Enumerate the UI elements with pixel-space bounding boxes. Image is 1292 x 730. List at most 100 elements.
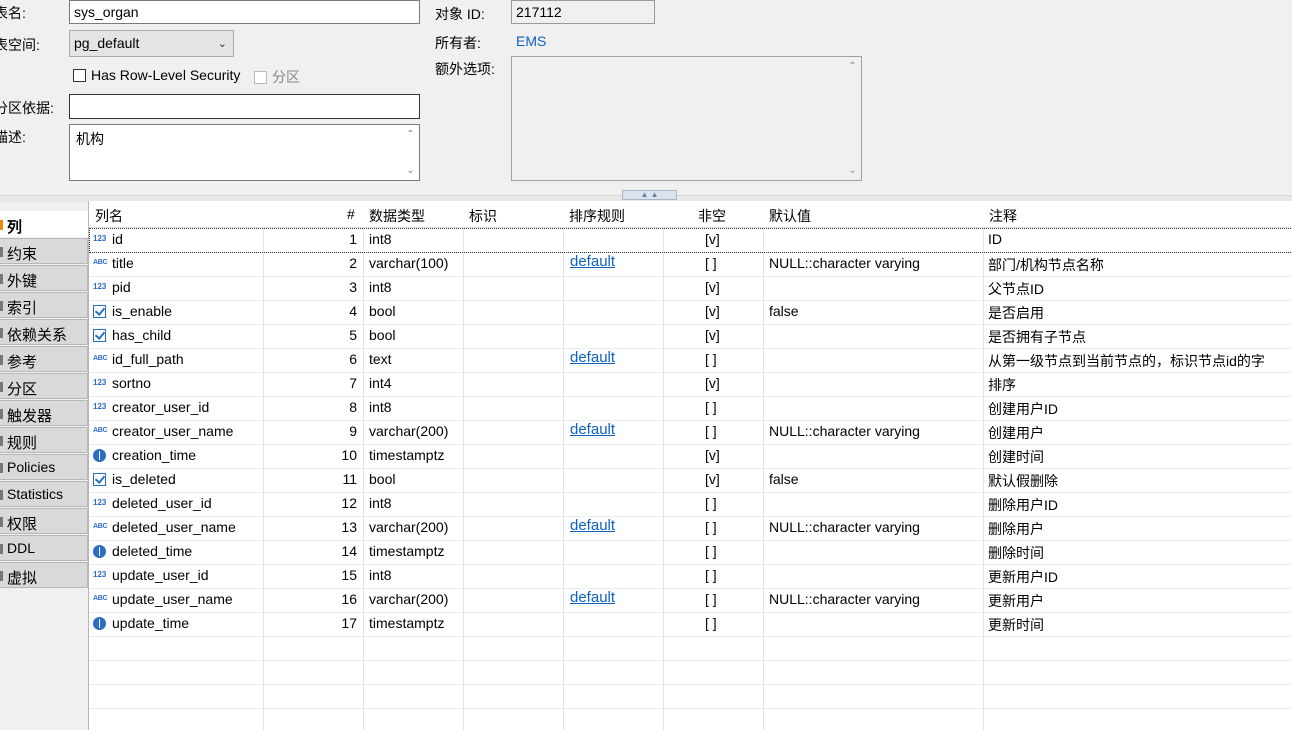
scroll-up-icon[interactable]: ⌃ [844,61,861,72]
rls-checkbox[interactable] [73,69,86,82]
side-tab[interactable]: 触发器 [0,400,88,426]
extra-options-textarea[interactable]: ⌃ ⌄ [511,56,862,181]
side-tab[interactable]: 分区 [0,373,88,399]
header-comment[interactable]: 注释 [989,206,1017,226]
table-row[interactable]: update_time 17 timestamptz [ ] 更新时间 [89,612,1292,637]
cell-comment: 排序 [988,377,1016,393]
cell-not-null: [ ] [705,567,717,583]
collapse-handle[interactable]: ▲ ▲ [622,190,677,200]
tab-marker-icon [0,409,3,419]
cell-comment: 更新时间 [988,617,1044,633]
table-row[interactable]: 123 deleted_user_id 12 int8 [ ] 删除用户ID [89,492,1292,517]
table-row[interactable]: is_enable 4 bool [v] false 是否启用 [89,300,1292,325]
partition-by-input[interactable] [69,94,420,119]
cell-not-null: [v] [705,303,720,319]
side-tab[interactable]: 约束 [0,238,88,264]
header-position[interactable]: # [347,206,355,222]
cell-collation[interactable]: default [570,589,615,606]
table-row[interactable]: ABC deleted_user_name 13 varchar(200) defaul… [89,516,1292,541]
cell-not-null: [ ] [705,351,717,367]
side-tab[interactable]: 权限 [0,508,88,534]
header-collation[interactable]: 排序规则 [569,206,625,226]
header-not-null[interactable]: 非空 [698,206,726,226]
empty-row [89,708,1292,730]
side-tab-label: 依赖关系 [7,327,68,344]
cell-data-type: varchar(200) [369,519,449,535]
tablespace-select[interactable]: pg_default ⌄ [69,30,234,57]
text-icon: ABC [93,355,108,362]
table-name-input[interactable]: sys_organ [69,0,420,24]
table-row[interactable]: 123 id 1 int8 [v] ID [89,228,1292,253]
cell-column-name: is_deleted [112,471,176,487]
table-row[interactable]: 123 creator_user_id 8 int8 [ ] 创建用户ID [89,396,1292,421]
cell-data-type: int8 [369,279,392,295]
cell-column-name: deleted_user_id [112,495,212,511]
table-row[interactable]: 123 sortno 7 int4 [v] 排序 [89,372,1292,397]
numeric-key-icon: 123 [93,234,107,243]
cell-data-type: int8 [369,567,392,583]
header-identity[interactable]: 标识 [469,206,497,226]
table-row[interactable]: ABC update_user_name 16 varchar(200) default… [89,588,1292,613]
tab-marker-icon [0,571,3,581]
table-row[interactable]: ABC creator_user_name 9 varchar(200) default… [89,420,1292,445]
side-tab-label: 触发器 [7,408,53,425]
scroll-down-icon[interactable]: ⌄ [844,165,861,176]
cell-default: false [769,303,799,319]
table-row[interactable]: 123 update_user_id 15 int8 [ ] 更新用户ID [89,564,1292,589]
side-tab[interactable]: 规则 [0,427,88,453]
cell-collation[interactable]: default [570,349,615,366]
table-row[interactable]: 123 pid 3 int8 [v] 父节点ID [89,276,1292,301]
side-tab[interactable]: 列 [0,211,88,237]
cell-data-type: text [369,351,392,367]
table-row[interactable]: is_deleted 11 bool [v] false 默认假删除 [89,468,1292,493]
header-column-name[interactable]: 列名 [95,206,123,226]
cell-data-type: timestamptz [369,615,445,631]
numeric-icon: 123 [93,570,107,579]
partition-checkbox-row[interactable]: 分区 [254,67,300,87]
cell-position: 4 [349,303,357,319]
table-row[interactable]: deleted_time 14 timestamptz [ ] 删除时间 [89,540,1292,565]
cell-column-name: creator_user_id [112,399,210,415]
cell-position: 7 [349,375,357,391]
side-tab[interactable]: Policies [0,454,88,480]
partition-checkbox[interactable] [254,71,267,84]
object-id-field: 217112 [511,0,655,24]
side-tab[interactable]: 外键 [0,265,88,291]
cell-collation[interactable]: default [570,253,615,270]
cell-comment: 删除时间 [988,545,1044,561]
tab-marker-icon [0,517,3,527]
scroll-down-icon[interactable]: ⌄ [402,165,419,176]
clock-icon [93,545,106,558]
side-tab[interactable]: 索引 [0,292,88,318]
description-textarea[interactable]: 机构 ⌃ ⌄ [69,124,420,181]
table-row[interactable]: has_child 5 bool [v] 是否拥有子节点 [89,324,1292,349]
cell-column-name: has_child [112,327,172,343]
extra-options-scrollbar[interactable]: ⌃ ⌄ [844,57,861,180]
description-label: 描述: [0,129,26,145]
cell-position: 10 [341,447,357,463]
empty-row [89,684,1292,709]
owner-link[interactable]: EMS [516,33,546,49]
header-default[interactable]: 默认值 [769,206,811,226]
rls-checkbox-row[interactable]: Has Row-Level Security [73,67,240,83]
scroll-up-icon[interactable]: ⌃ [402,129,419,140]
cell-collation[interactable]: default [570,517,615,534]
side-tab[interactable]: 虚拟 [0,562,88,588]
cell-data-type: varchar(200) [369,423,449,439]
tab-marker-icon [0,382,3,392]
cell-position: 3 [349,279,357,295]
cell-column-name: is_enable [112,303,172,319]
table-row[interactable]: ABC title 2 varchar(100) default [ ] NULL::cha… [89,252,1292,277]
table-row[interactable]: creation_time 10 timestamptz [v] 创建时间 [89,444,1292,469]
cell-collation[interactable]: default [570,421,615,438]
cell-not-null: [ ] [705,399,717,415]
cell-position: 14 [341,543,357,559]
table-row[interactable]: ABC id_full_path 6 text default [ ] 从第一级节点到当前节… [89,348,1292,373]
description-scrollbar[interactable]: ⌃ ⌄ [402,125,419,180]
side-tab[interactable]: Statistics [0,481,88,507]
header-data-type[interactable]: 数据类型 [369,206,425,226]
side-tab[interactable]: DDL [0,535,88,561]
side-tab[interactable]: 依赖关系 [0,319,88,345]
side-tab-label: 参考 [7,354,38,371]
side-tab[interactable]: 参考 [0,346,88,372]
